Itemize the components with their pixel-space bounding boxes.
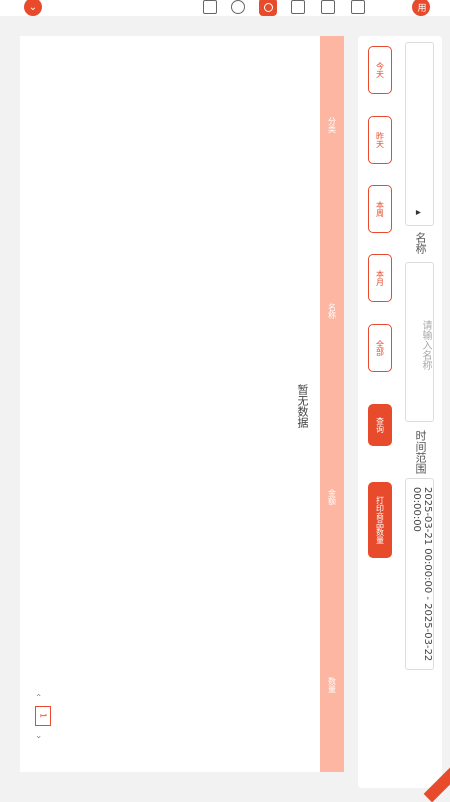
column-header-amount: 金额 — [327, 489, 337, 505]
print-icon[interactable] — [321, 0, 335, 14]
this-week-button[interactable]: 本周 — [368, 185, 392, 233]
print-quantity-button[interactable]: 打印商品数量 — [368, 482, 392, 558]
yesterday-button[interactable]: 昨天 — [368, 116, 392, 164]
qr-icon[interactable] — [351, 0, 365, 14]
column-header-quantity: 数量 — [327, 677, 337, 693]
store-icon[interactable] — [203, 0, 217, 14]
stats-icon[interactable] — [291, 0, 305, 14]
chevron-down-icon[interactable]: ⌄ — [24, 0, 42, 16]
this-month-button[interactable]: 本月 — [368, 254, 392, 302]
time-range-label: 时间范围 — [414, 430, 427, 474]
next-page-button[interactable]: › — [33, 735, 43, 739]
today-button[interactable]: 今天 — [368, 46, 392, 94]
column-header-name: 名称 — [327, 303, 337, 319]
category-select[interactable] — [405, 42, 434, 226]
previous-page-button[interactable]: ‹ — [33, 693, 43, 697]
table-header — [320, 36, 344, 772]
current-page[interactable]: 1 — [35, 706, 51, 726]
empty-state-text: 暂无数据 — [296, 384, 309, 428]
all-button[interactable]: 全部 — [368, 324, 392, 372]
column-header-category: 分类 — [327, 117, 337, 133]
box-icon[interactable] — [231, 0, 245, 14]
top-toolbar: ⌄ 用 — [0, 0, 450, 16]
user-avatar[interactable]: 用 — [412, 0, 430, 16]
chart-icon[interactable] — [259, 0, 277, 16]
time-range-input[interactable]: 2025-03-21 00:00:00 - 2025-03-22 00:00:0… — [405, 478, 434, 670]
search-button[interactable]: 查询 — [368, 404, 392, 446]
name-label: 名称 — [414, 232, 427, 254]
name-input[interactable]: 请输入名称 — [405, 262, 434, 422]
